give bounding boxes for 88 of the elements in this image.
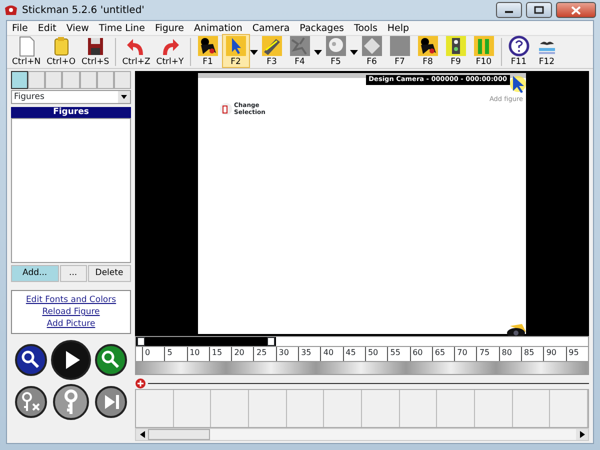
toolbar-button[interactable]: F11 bbox=[504, 34, 533, 68]
ruler-tick: 10 bbox=[186, 347, 209, 361]
remove-key-icon[interactable] bbox=[15, 386, 47, 418]
ruler-tick: 90 bbox=[543, 347, 566, 361]
menu-item[interactable]: Edit bbox=[32, 21, 62, 35]
scroll-right-button[interactable] bbox=[576, 429, 588, 440]
close-button[interactable] bbox=[556, 2, 596, 18]
ruler-tick: 45 bbox=[342, 347, 365, 361]
toolbar-button[interactable]: F12 bbox=[532, 34, 561, 68]
ruler-tick: 80 bbox=[498, 347, 522, 361]
toolbar-button[interactable]: Ctrl+S bbox=[78, 34, 112, 68]
caret-icon bbox=[314, 50, 322, 54]
ruler-tick: 15 bbox=[208, 347, 232, 361]
toolbar-button[interactable]: Ctrl+Z bbox=[119, 34, 154, 68]
toolbar-button[interactable]: F6 bbox=[358, 34, 386, 68]
toolbar-button[interactable]: F5 bbox=[322, 34, 350, 68]
list-header: Figures bbox=[11, 107, 131, 118]
right-arrow-icon bbox=[580, 431, 584, 438]
toolbar-button[interactable]: F3 bbox=[258, 34, 286, 68]
toolbar-button[interactable]: F9 bbox=[442, 34, 470, 68]
ruler-tick: 5 bbox=[164, 347, 187, 361]
ruler-tick: 95 bbox=[566, 347, 588, 361]
ruler-tick: 0 bbox=[142, 347, 164, 361]
pencil-icon bbox=[260, 35, 283, 57]
menu-item[interactable]: Animation bbox=[188, 21, 248, 35]
figure-silhouette-icon bbox=[416, 35, 439, 57]
menu-item[interactable]: File bbox=[7, 21, 33, 35]
ruler-tick: 70 bbox=[454, 347, 476, 361]
toolbar-button[interactable]: Ctrl+Y bbox=[153, 34, 187, 68]
key-icon[interactable] bbox=[53, 384, 89, 420]
menu-item[interactable]: Tools bbox=[349, 21, 382, 35]
zoom-in-icon[interactable] bbox=[95, 344, 127, 376]
ruler-tick: 60 bbox=[410, 347, 432, 361]
menu-item[interactable]: Figure bbox=[150, 21, 189, 35]
horizontal-scrollbar[interactable] bbox=[135, 428, 589, 441]
ruler-tick: 55 bbox=[387, 347, 410, 361]
dropdown-value: Figures bbox=[14, 90, 44, 104]
app-logo-icon bbox=[4, 4, 18, 16]
ruler-tick: 75 bbox=[476, 347, 499, 361]
scroll-thumb[interactable] bbox=[148, 429, 210, 440]
menu-item[interactable]: Help bbox=[382, 21, 414, 35]
ruler-tick: 30 bbox=[276, 347, 298, 361]
ruler-tick: 85 bbox=[521, 347, 544, 361]
window-title: Stickman 5.2.6 'untitled' bbox=[22, 4, 146, 18]
zoom-out-icon[interactable] bbox=[15, 344, 47, 376]
skip-forward-icon[interactable] bbox=[95, 386, 127, 418]
link[interactable]: Reload Figure bbox=[42, 306, 100, 318]
toolbar-button[interactable]: F2 bbox=[222, 34, 250, 68]
toolbar-button[interactable]: F7 bbox=[386, 34, 414, 68]
panel-tab[interactable] bbox=[11, 71, 28, 89]
ruler-tick: 25 bbox=[253, 347, 276, 361]
list-button[interactable]: Add... bbox=[11, 265, 59, 282]
close-icon bbox=[571, 6, 581, 14]
texture-square-icon bbox=[288, 35, 311, 57]
category-dropdown[interactable]: Figures bbox=[11, 90, 131, 104]
marker-icon bbox=[220, 103, 232, 115]
figure-silhouette-icon bbox=[196, 35, 219, 57]
play-icon[interactable] bbox=[51, 340, 91, 380]
scroll-left-button[interactable] bbox=[136, 429, 148, 440]
menu-item[interactable]: Packages bbox=[294, 21, 349, 35]
menu-item[interactable]: View bbox=[61, 21, 94, 35]
blank-square-icon bbox=[388, 35, 411, 57]
link[interactable]: Edit Fonts and Colors bbox=[26, 294, 116, 306]
ruler-tick: 40 bbox=[320, 347, 343, 361]
ruler-tick: 35 bbox=[298, 347, 320, 361]
toolbar-button[interactable]: F1 bbox=[194, 34, 222, 68]
ruler-tick: 50 bbox=[364, 347, 388, 361]
ruler-tick: 20 bbox=[231, 347, 254, 361]
caret-icon bbox=[250, 50, 258, 54]
left-arrow-icon bbox=[140, 431, 144, 438]
link[interactable]: Add Picture bbox=[46, 318, 96, 330]
add-icon[interactable] bbox=[135, 378, 146, 388]
minimize-button[interactable] bbox=[496, 2, 522, 18]
maximize-icon bbox=[534, 6, 544, 14]
list-button[interactable]: ... bbox=[60, 265, 87, 282]
vertical-bars-icon bbox=[472, 35, 495, 57]
toolbar-button[interactable]: Ctrl+O bbox=[44, 34, 79, 68]
maximize-button[interactable] bbox=[526, 2, 552, 18]
toolbar-button[interactable]: Ctrl+N bbox=[9, 34, 44, 68]
ruler-tick: 65 bbox=[432, 347, 454, 361]
menu-item[interactable]: Time Line bbox=[94, 21, 150, 35]
toolbar-button[interactable]: F10 bbox=[470, 34, 498, 68]
list-button[interactable]: Delete bbox=[88, 265, 131, 282]
toolbar-button[interactable]: F4 bbox=[286, 34, 314, 68]
toolbar-button[interactable]: F8 bbox=[414, 34, 442, 68]
caret-icon bbox=[350, 50, 358, 54]
cursor-arrow-icon bbox=[510, 74, 526, 94]
menu-item[interactable]: Camera bbox=[247, 21, 295, 35]
